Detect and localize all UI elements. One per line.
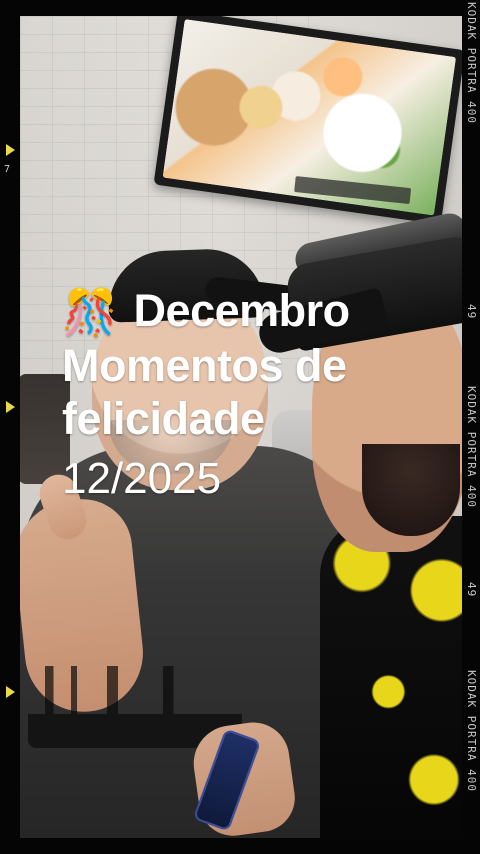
film-frame-code: 49 — [465, 304, 478, 320]
date-text: 12/2025 — [62, 454, 222, 504]
film-label: KODAK PORTRA 400 — [465, 2, 478, 124]
film-left-border — [0, 0, 20, 854]
film-label: KODAK PORTRA 400 — [465, 670, 478, 792]
film-arrow-icon — [6, 686, 15, 698]
right-person-shirt — [320, 516, 462, 838]
film-frame-number: 7 — [4, 164, 11, 175]
caption-line-1: 🎊 Decembro — [62, 284, 422, 339]
confetti-icon: 🎊 — [62, 287, 118, 338]
caption-line-2: Momentos de — [62, 340, 347, 392]
film-arrow-icon — [6, 144, 15, 156]
film-top-strip — [0, 0, 480, 16]
film-arrow-icon — [6, 401, 15, 413]
month-text: Decembro — [133, 285, 351, 336]
film-frame-code: 49 — [465, 582, 478, 598]
story-caption: 🎊 Decembro Momentos de felicidade 12/202… — [62, 284, 422, 505]
film-label: KODAK PORTRA 400 — [465, 386, 478, 508]
film-bottom-strip — [0, 838, 480, 854]
story-frame: 🎊 Decembro Momentos de felicidade 12/202… — [0, 0, 480, 854]
caption-line-3: felicidade — [62, 393, 265, 445]
